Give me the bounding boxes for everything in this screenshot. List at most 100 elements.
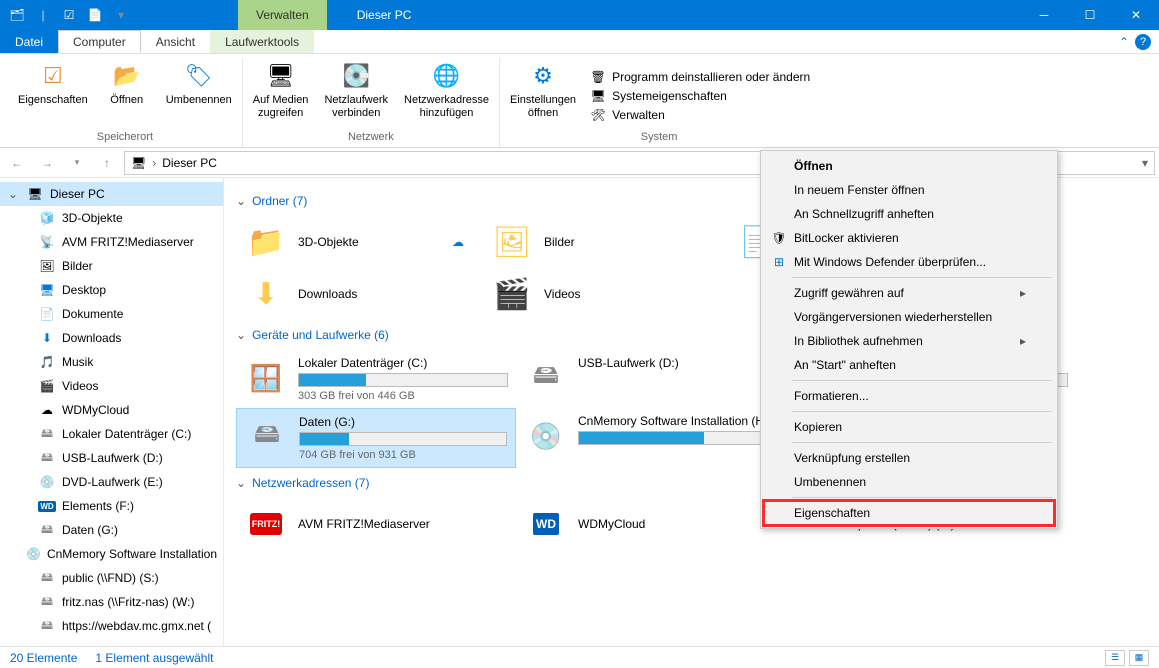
cm-pin-quick-access[interactable]: An Schnellzugriff anheften [764,202,1054,226]
explorer-icon: 🗂 [8,6,26,24]
help-icon[interactable]: ? [1135,34,1151,50]
quick-access-toolbar: 🗂 | ☑ 📄 ▾ [0,6,138,24]
breadcrumb-location[interactable]: Dieser PC [162,156,217,170]
cm-open[interactable]: Öffnen [764,154,1054,178]
ribbon-properties-button[interactable]: ☑ Eigenschaften [16,58,90,129]
cm-properties[interactable]: Eigenschaften [764,501,1054,525]
sidebar-item-3d-objects[interactable]: 🧊3D-Objekte [0,206,223,230]
status-selection-count: 1 Element ausgewählt [95,651,213,665]
cm-separator [792,411,1052,412]
properties-icon: ☑ [37,60,69,92]
folder-videos[interactable]: 🎬 Videos [482,268,728,320]
nav-recent-dropdown[interactable]: ▾ [64,150,90,176]
expand-icon[interactable]: ⌄ [8,187,20,201]
cm-pin-start[interactable]: An "Start" anheften [764,353,1054,377]
capacity-bar [298,373,508,387]
sidebar-item-public-s[interactable]: 🖴public (\\FND) (S:) [0,566,223,590]
cm-format[interactable]: Formatieren... [764,384,1054,408]
ribbon-uninstall-button[interactable]: 🗑 Programm deinstallieren oder ändern [590,69,810,85]
documents-icon: 📄 [38,305,56,323]
tab-computer[interactable]: Computer [58,30,141,53]
status-item-count: 20 Elemente [10,651,77,665]
ribbon-map-drive-button[interactable]: 💽 Netzlaufwerk verbinden [322,58,390,129]
new-folder-qat-icon[interactable]: 📄 [86,6,104,24]
nav-back-button[interactable]: ← [4,150,30,176]
hdd-icon: 🖴 [38,425,56,443]
folder-pictures[interactable]: 🖼 Bilder [482,216,728,268]
status-bar: 20 Elemente 1 Element ausgewählt ☰ ▦ [0,646,1159,668]
pictures-folder-icon: 🖼 [490,222,534,262]
pictures-icon: 🖼 [38,257,56,275]
cm-add-to-library[interactable]: In Bibliothek aufnehmen▸ [764,329,1054,353]
music-icon: 🎵 [38,353,56,371]
sidebar-item-music[interactable]: 🎵Musik [0,350,223,374]
sidebar-item-downloads[interactable]: ⬇Downloads [0,326,223,350]
maximize-button[interactable]: ☐ [1067,0,1113,30]
cm-restore-versions[interactable]: Vorgängerversionen wiederherstellen [764,305,1054,329]
tab-drive-tools[interactable]: Laufwerktools [210,30,314,53]
settings-icon: ⚙ [527,60,559,92]
view-large-icons-button[interactable]: ▦ [1129,650,1149,666]
ribbon-manage-button[interactable]: 🛠 Verwalten [590,107,810,123]
properties-qat-icon[interactable]: ☑ [60,6,78,24]
nav-up-button[interactable]: ↑ [94,150,120,176]
windows-drive-icon: 🪟 [244,356,288,400]
cm-create-shortcut[interactable]: Verknüpfung erstellen [764,446,1054,470]
folder-downloads[interactable]: ⬇ Downloads [236,268,482,320]
downloads-icon: ⬇ [38,329,56,347]
net-fritz-mediaserver[interactable]: FRITZ! AVM FRITZ!Mediaserver [236,498,516,550]
sidebar-item-wdmycloud[interactable]: ☁WDMyCloud [0,398,223,422]
address-dropdown-icon[interactable]: ▾ [1142,156,1148,170]
cube-icon: 🧊 [38,209,56,227]
sidebar-item-webdav[interactable]: 🖴https://webdav.mc.gmx.net ( [0,614,223,638]
view-details-button[interactable]: ☰ [1105,650,1125,666]
sidebar-item-desktop[interactable]: 🖥Desktop [0,278,223,302]
close-button[interactable]: ✕ [1113,0,1159,30]
tab-file[interactable]: Datei [0,30,58,53]
drive-cnmemory-h[interactable]: 💿 CnMemory Software Installation (H:) [516,408,796,468]
sidebar-item-local-disk-c[interactable]: 🖴Lokaler Datenträger (C:) [0,422,223,446]
cm-grant-access[interactable]: Zugriff gewähren auf▸ [764,281,1054,305]
cm-copy[interactable]: Kopieren [764,415,1054,439]
hdd-icon: 🖴 [245,415,289,459]
sidebar-item-elements-f[interactable]: WDElements (F:) [0,494,223,518]
net-wdmycloud[interactable]: WD WDMyCloud [516,498,796,550]
sidebar-item-daten-g[interactable]: 🖴Daten (G:) [0,518,223,542]
ribbon: ☑ Eigenschaften 📂 Öffnen 🏷 Umbenennen Sp… [0,54,1159,148]
cm-bitlocker[interactable]: 🛡BitLocker aktivieren [764,226,1054,250]
sidebar-item-pictures[interactable]: 🖼Bilder [0,254,223,278]
ribbon-collapse-icon[interactable]: ⌃ [1119,35,1129,49]
shield-icon: 🛡 [770,229,788,247]
ribbon-open-settings-button[interactable]: ⚙ Einstellungen öffnen [508,58,578,129]
cm-defender[interactable]: ⊞Mit Windows Defender überprüfen... [764,250,1054,274]
sidebar-item-videos[interactable]: 🎬Videos [0,374,223,398]
nav-forward-button[interactable]: → [34,150,60,176]
sidebar-item-cnmemory[interactable]: 💿CnMemory Software Installation [0,542,223,566]
cm-rename[interactable]: Umbenennen [764,470,1054,494]
desktop-icon: 🖥 [38,281,56,299]
ribbon-rename-button[interactable]: 🏷 Umbenennen [164,58,234,129]
qat-dropdown-icon[interactable]: ▾ [112,6,130,24]
sidebar-item-fritz-nas-w[interactable]: 🖴fritz.nas (\\Fritz-nas) (W:) [0,590,223,614]
net-drive-icon: 🖴 [38,593,56,611]
drive-local-c[interactable]: 🪟 Lokaler Datenträger (C:) 303 GB frei v… [236,350,516,408]
sidebar-item-usb-d[interactable]: 🖴USB-Laufwerk (D:) [0,446,223,470]
cm-open-new-window[interactable]: In neuem Fenster öffnen [764,178,1054,202]
ribbon-sys-props-button[interactable]: 🖥 Systemeigenschaften [590,88,810,104]
ribbon-media-access-button[interactable]: 🖥 Auf Medien zugreifen [251,58,311,129]
sidebar-item-documents[interactable]: 📄Dokumente [0,302,223,326]
sidebar-item-fritz-media[interactable]: 📡AVM FRITZ!Mediaserver [0,230,223,254]
sidebar-item-dvd-e[interactable]: 💿DVD-Laufwerk (E:) [0,470,223,494]
drive-usb-d[interactable]: 🖴 USB-Laufwerk (D:) [516,350,796,408]
ribbon-open-button[interactable]: 📂 Öffnen [102,58,152,129]
minimize-button[interactable]: ─ [1021,0,1067,30]
drive-daten-g[interactable]: 🖴 Daten (G:) 704 GB frei von 931 GB [236,408,516,468]
net-drive-icon: 🖴 [38,569,56,587]
fritz-icon: FRITZ! [244,504,288,544]
ribbon-add-net-addr-button[interactable]: 🌐 Netzwerkadresse hinzufügen [402,58,491,129]
folder-3d-objects[interactable]: 📁 3D-Objekte ☁ [236,216,482,268]
disc-icon: 💿 [524,414,568,458]
tab-view[interactable]: Ansicht [141,30,210,53]
net-drive-icon: 🖴 [38,617,56,635]
sidebar-root-this-pc[interactable]: ⌄ 🖥 Dieser PC [0,182,223,206]
